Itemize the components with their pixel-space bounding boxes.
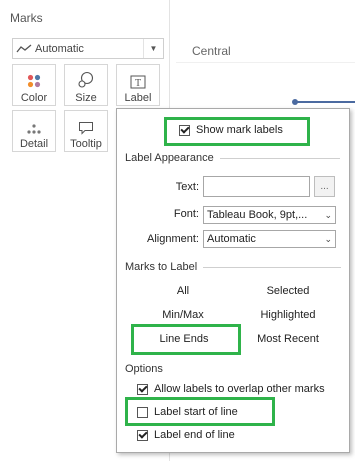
marks-to-label-title: Marks to Label xyxy=(125,261,198,273)
detail-icon xyxy=(26,111,42,135)
option-most-recent[interactable]: Most Recent xyxy=(253,333,323,345)
label-appearance-section: Label Appearance xyxy=(125,152,340,164)
svg-text:T: T xyxy=(135,78,141,89)
highlight-box xyxy=(131,324,241,355)
line-chart-icon xyxy=(13,39,35,59)
options-section: Options xyxy=(125,363,163,375)
font-select[interactable]: Tableau Book, 9pt,... ⌄ xyxy=(203,206,336,224)
tableau-marks-screen: Marks Automatic ▼ Color Size T Label Det… xyxy=(0,0,355,461)
alignment-select-value: Automatic xyxy=(207,233,256,245)
detail-button-label: Detail xyxy=(19,138,49,150)
label-end-of-line-label: Label end of line xyxy=(154,429,235,441)
checkbox-icon[interactable] xyxy=(137,429,148,441)
label-end-of-line-checkbox[interactable]: Label end of line xyxy=(137,429,235,441)
tooltip-icon xyxy=(78,111,94,135)
font-field-label: Font: xyxy=(173,208,199,220)
column-header-label: Central xyxy=(192,44,231,58)
label-button[interactable]: T Label xyxy=(116,64,160,106)
size-icon xyxy=(77,65,95,89)
marks-title: Marks xyxy=(10,11,43,25)
alignment-select[interactable]: Automatic ⌄ xyxy=(203,230,336,248)
option-highlighted[interactable]: Highlighted xyxy=(253,309,323,321)
size-button-label: Size xyxy=(75,92,97,104)
color-icon xyxy=(26,65,42,89)
section-divider xyxy=(219,157,340,159)
label-popup: Show mark labels Label Appearance Text: … xyxy=(116,108,350,453)
detail-button[interactable]: Detail xyxy=(12,110,56,152)
font-select-value: Tableau Book, 9pt,... xyxy=(207,209,308,221)
option-min-max[interactable]: Min/Max xyxy=(153,309,213,321)
column-header: Central xyxy=(176,0,355,63)
chevron-down-icon[interactable]: ▼ xyxy=(143,39,163,58)
line-mark[interactable] xyxy=(294,101,355,103)
color-button-label: Color xyxy=(20,92,48,104)
allow-overlap-checkbox[interactable]: Allow labels to overlap other marks xyxy=(137,383,325,395)
line-start-point[interactable] xyxy=(292,99,298,105)
label-appearance-title: Label Appearance xyxy=(125,152,214,164)
section-divider xyxy=(203,266,342,268)
checkbox-icon[interactable] xyxy=(137,383,148,395)
tooltip-button-label: Tooltip xyxy=(70,138,102,150)
allow-overlap-label: Allow labels to overlap other marks xyxy=(154,383,325,395)
marks-to-label-section: Marks to Label xyxy=(125,261,342,273)
alignment-field-label: Alignment: xyxy=(147,233,199,245)
option-all[interactable]: All xyxy=(153,285,213,297)
text-field-label: Text: xyxy=(175,181,199,193)
label-button-label: Label xyxy=(124,92,152,104)
chevron-down-icon: ⌄ xyxy=(324,210,332,220)
color-button[interactable]: Color xyxy=(12,64,56,106)
label-icon: T xyxy=(130,65,146,89)
size-button[interactable]: Size xyxy=(64,64,108,106)
mark-type-value: Automatic xyxy=(35,42,84,55)
text-input[interactable] xyxy=(203,176,310,197)
tooltip-button[interactable]: Tooltip xyxy=(64,110,108,152)
text-ellipsis-button[interactable]: ... xyxy=(314,176,335,197)
mark-type-dropdown[interactable]: Automatic ▼ xyxy=(12,38,164,59)
option-selected[interactable]: Selected xyxy=(253,285,323,297)
highlight-box xyxy=(125,397,275,426)
highlight-box xyxy=(164,117,310,146)
chevron-down-icon: ⌄ xyxy=(324,234,332,244)
options-title: Options xyxy=(125,363,163,375)
